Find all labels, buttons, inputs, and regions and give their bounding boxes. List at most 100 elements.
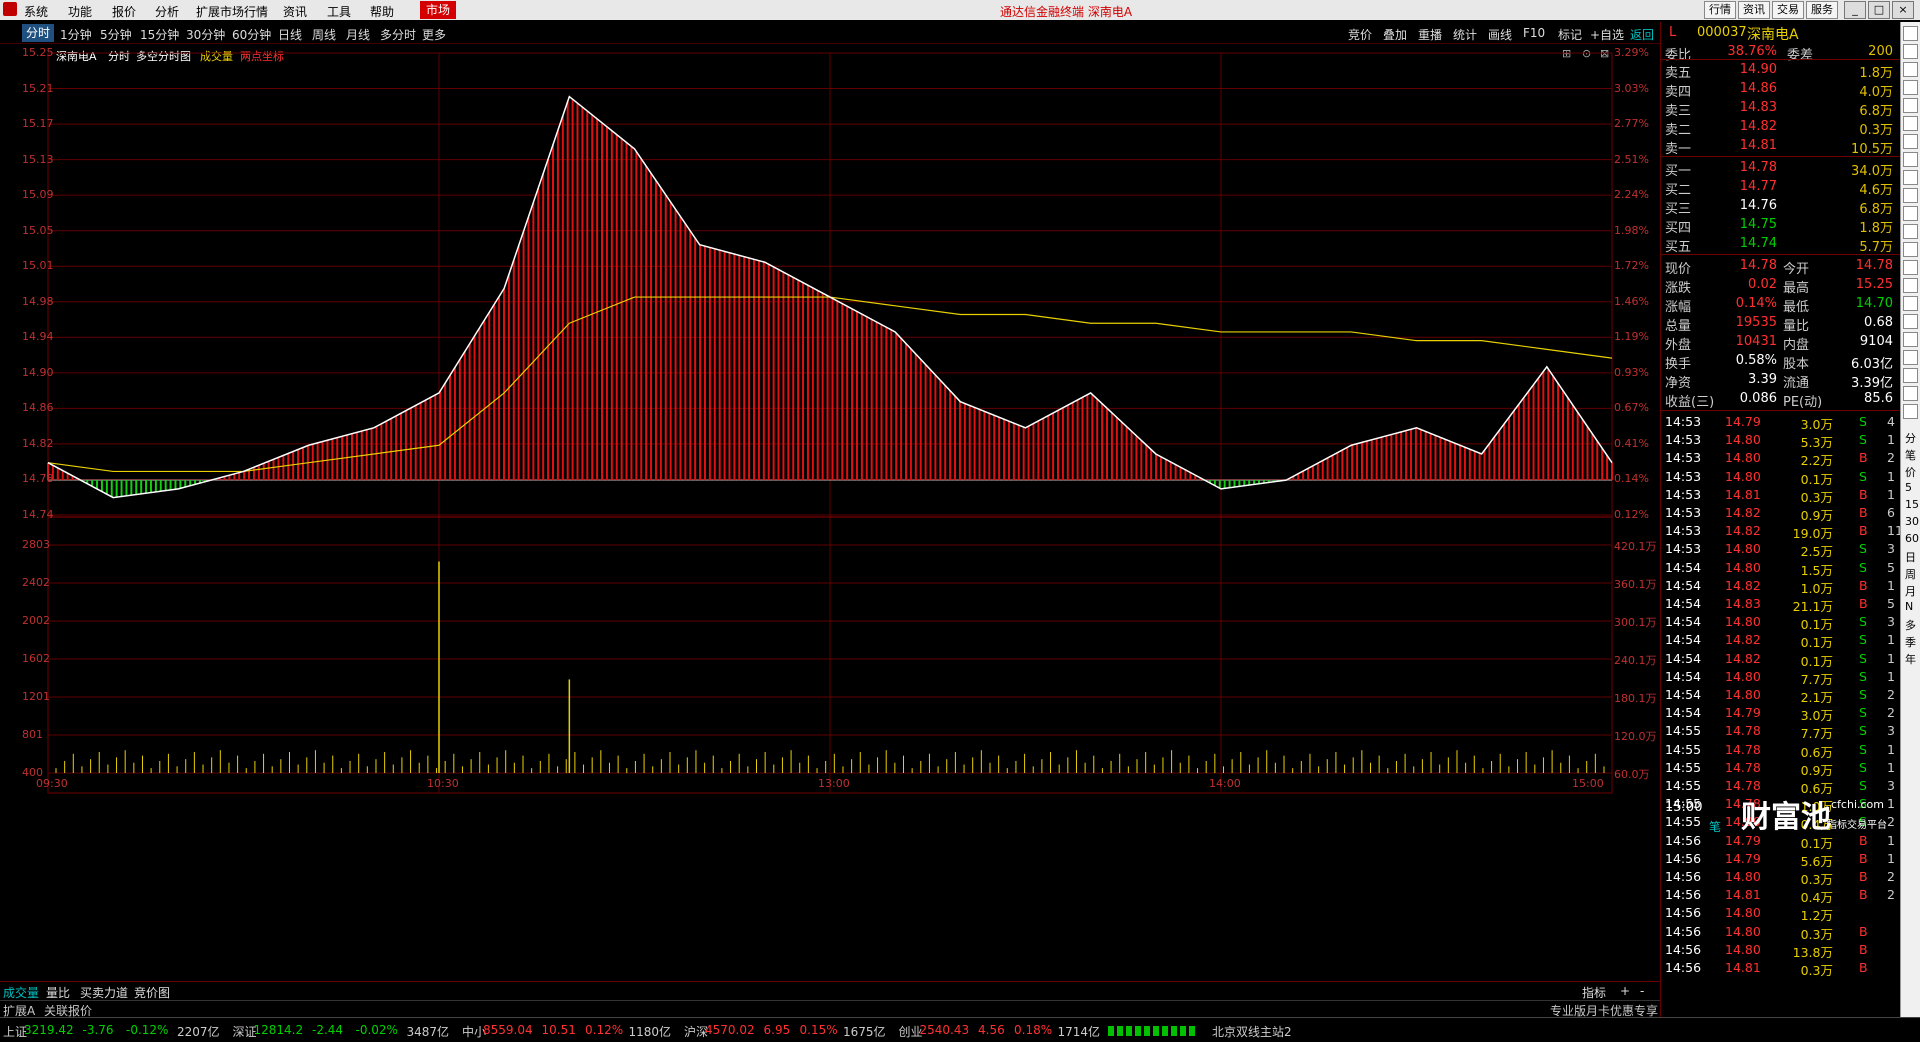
- bid-row[interactable]: 买一 14.78 34.0万: [1665, 160, 1897, 179]
- tick-volume: 0.6万: [1800, 744, 1833, 760]
- menu-function[interactable]: 功能: [68, 3, 92, 20]
- side-period-button[interactable]: 月: [1905, 583, 1916, 599]
- tool-auction[interactable]: 竞价: [1348, 26, 1372, 43]
- side-tool-icon[interactable]: [1903, 206, 1918, 221]
- side-period-button[interactable]: 60: [1905, 532, 1919, 545]
- side-tool-icon[interactable]: [1903, 296, 1918, 311]
- side-tool-icon[interactable]: [1903, 386, 1918, 401]
- period-more[interactable]: 更多: [422, 26, 446, 43]
- side-period-button[interactable]: 5: [1905, 481, 1912, 494]
- side-tool-icon[interactable]: [1903, 350, 1918, 365]
- side-period-button[interactable]: 15: [1905, 498, 1919, 511]
- side-tool-icon[interactable]: [1903, 80, 1918, 95]
- tick-price: 14.80: [1725, 614, 1761, 630]
- period-15min[interactable]: 15分钟: [140, 26, 179, 43]
- tab-auction-chart[interactable]: 竞价图: [134, 984, 170, 1001]
- side-tool-icon[interactable]: [1903, 278, 1918, 293]
- tool-f10[interactable]: F10: [1523, 26, 1545, 40]
- bid-row[interactable]: 买二 14.77 4.6万: [1665, 179, 1897, 198]
- zoom-in-button[interactable]: +: [1620, 984, 1630, 998]
- side-tool-icon[interactable]: [1903, 224, 1918, 239]
- tab-volume-ratio[interactable]: 量比: [46, 984, 70, 1001]
- top-quote-button[interactable]: 行情: [1704, 1, 1736, 19]
- side-tool-icon[interactable]: [1903, 152, 1918, 167]
- period-30min[interactable]: 30分钟: [186, 26, 225, 43]
- side-period-button[interactable]: 年: [1905, 651, 1916, 667]
- side-period-button[interactable]: 笔: [1905, 447, 1916, 463]
- period-daily[interactable]: 日线: [278, 26, 302, 43]
- bid-row[interactable]: 买四 14.75 1.8万: [1665, 217, 1897, 236]
- side-tool-icon[interactable]: [1903, 188, 1918, 203]
- side-tool-icon[interactable]: [1903, 368, 1918, 383]
- side-period-button[interactable]: 多: [1905, 617, 1916, 633]
- period-5min[interactable]: 5分钟: [100, 26, 132, 43]
- side-period-button[interactable]: 周: [1905, 566, 1916, 582]
- tool-replay[interactable]: 重播: [1418, 26, 1442, 43]
- ask-row[interactable]: 卖二 14.82 0.3万: [1665, 119, 1897, 138]
- period-1min[interactable]: 1分钟: [60, 26, 92, 43]
- side-tool-icon[interactable]: [1903, 98, 1918, 113]
- tool-mark[interactable]: 标记: [1558, 26, 1582, 43]
- menu-system[interactable]: 系统: [24, 3, 48, 20]
- minimize-icon[interactable]: _: [1844, 1, 1866, 19]
- stat-label-2: 今开: [1783, 262, 1810, 277]
- menu-tools[interactable]: 工具: [327, 3, 351, 20]
- maximize-icon[interactable]: □: [1868, 1, 1890, 19]
- tool-stats[interactable]: 统计: [1453, 26, 1477, 43]
- period-60min[interactable]: 60分钟: [232, 26, 271, 43]
- ask-row[interactable]: 卖一 14.81 10.5万: [1665, 138, 1897, 157]
- period-monthly[interactable]: 月线: [346, 26, 370, 43]
- side-tool-icon[interactable]: [1903, 116, 1918, 131]
- side-tool-icon[interactable]: [1903, 260, 1918, 275]
- ask-row[interactable]: 卖三 14.83 6.8万: [1665, 100, 1897, 119]
- close-icon[interactable]: ×: [1892, 1, 1914, 19]
- side-period-button[interactable]: 日: [1905, 549, 1916, 565]
- tool-draw[interactable]: 画线: [1488, 26, 1512, 43]
- menu-help[interactable]: 帮助: [370, 3, 394, 20]
- tick-side: S: [1859, 759, 1867, 775]
- side-tool-icon[interactable]: [1903, 134, 1918, 149]
- volume-tick-label: 2803: [22, 538, 50, 551]
- menu-quote[interactable]: 报价: [112, 3, 136, 20]
- tick-side: S: [1859, 705, 1867, 721]
- market-button[interactable]: 市场: [420, 1, 456, 19]
- side-period-button[interactable]: N: [1905, 600, 1913, 613]
- side-period-button[interactable]: 30: [1905, 515, 1919, 528]
- tab-volume[interactable]: 成交量: [3, 984, 39, 1001]
- volume-amount-label: 120.0万: [1614, 730, 1657, 743]
- side-tool-icon[interactable]: [1903, 332, 1918, 347]
- ask-row[interactable]: 卖四 14.86 4.0万: [1665, 81, 1897, 100]
- menu-info[interactable]: 资讯: [283, 3, 307, 20]
- side-tool-icon[interactable]: [1903, 44, 1918, 59]
- tab-indicator[interactable]: 指标: [1582, 984, 1606, 1001]
- tool-overlay[interactable]: 叠加: [1383, 26, 1407, 43]
- bid-row[interactable]: 买三 14.76 6.8万: [1665, 198, 1897, 217]
- tab-buy-sell-force[interactable]: 买卖力道: [80, 984, 128, 1001]
- bid-row[interactable]: 买五 14.74 5.7万: [1665, 236, 1897, 255]
- side-tool-icon[interactable]: [1903, 404, 1918, 419]
- menu-ext-market[interactable]: 扩展市场行情: [196, 3, 268, 20]
- ask-row[interactable]: 卖五 14.90 1.8万: [1665, 62, 1897, 81]
- side-tool-icon[interactable]: [1903, 26, 1918, 41]
- tool-back[interactable]: 返回: [1630, 26, 1654, 43]
- side-tool-icon[interactable]: [1903, 242, 1918, 257]
- side-tool-icon[interactable]: [1903, 62, 1918, 77]
- time-tick-label: 10:30: [427, 777, 459, 790]
- top-news-button[interactable]: 资讯: [1738, 1, 1770, 19]
- server-status[interactable]: 北京双线主站2: [1212, 1023, 1292, 1040]
- menu-analysis[interactable]: 分析: [155, 3, 179, 20]
- top-trade-button[interactable]: 交易: [1772, 1, 1804, 19]
- zoom-out-button[interactable]: -: [1640, 984, 1644, 998]
- top-service-button[interactable]: 服务: [1806, 1, 1838, 19]
- intraday-chart[interactable]: 深南电A 分时 多空分时图 成交量 两点坐标 ⊞ ⊙ ⊠ 15.25 15.21 1…: [0, 45, 1660, 977]
- period-multi[interactable]: 多分时: [380, 26, 416, 43]
- row-volume: 6.8万: [1859, 202, 1893, 217]
- side-period-button[interactable]: 分: [1905, 430, 1916, 446]
- period-weekly[interactable]: 周线: [312, 26, 336, 43]
- side-period-button[interactable]: 季: [1905, 634, 1916, 650]
- side-period-button[interactable]: 价: [1905, 464, 1916, 480]
- tool-add-watchlist[interactable]: +自选: [1590, 26, 1624, 43]
- side-tool-icon[interactable]: [1903, 314, 1918, 329]
- period-intraday[interactable]: 分时: [22, 24, 55, 42]
- side-tool-icon[interactable]: [1903, 170, 1918, 185]
